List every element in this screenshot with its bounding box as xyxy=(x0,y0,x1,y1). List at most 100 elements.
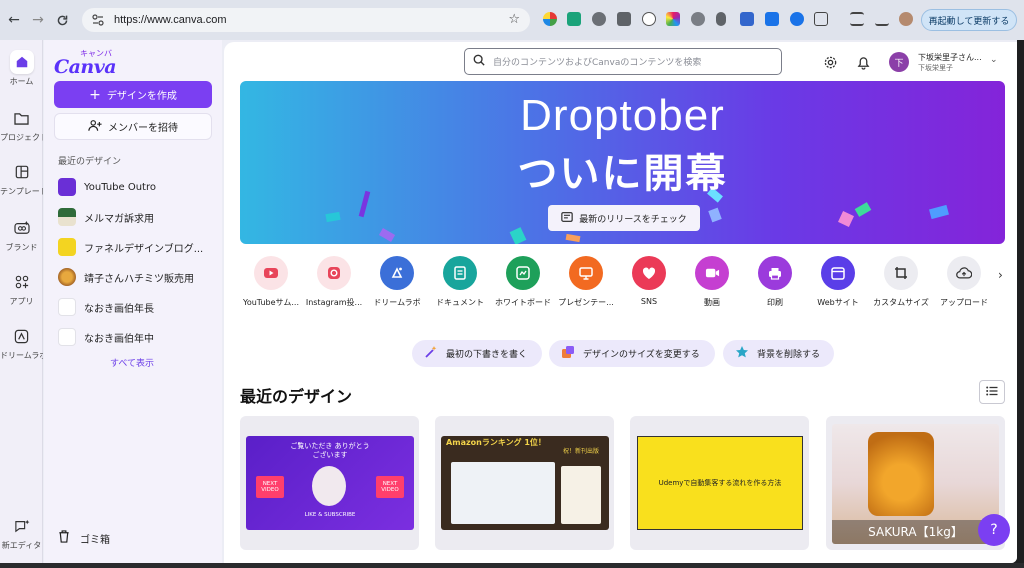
reading-list-icon[interactable] xyxy=(850,12,864,26)
pill-remove-background[interactable]: 背景を削除する xyxy=(723,340,834,367)
design-thumbnail xyxy=(58,268,76,286)
help-button[interactable]: ? xyxy=(978,514,1010,546)
design-preview: Amazonランキング 1位！ 祝！新刊出版 xyxy=(441,436,609,530)
category-presentation[interactable]: プレゼンテー... xyxy=(553,256,619,308)
create-design-button[interactable]: + デザインを作成 xyxy=(54,81,212,108)
invite-members-button[interactable]: メンバーを招待 xyxy=(54,113,212,140)
design-preview: ご覧いただき ありがとうございます NEXT VIDEO NEXT VIDEO … xyxy=(246,436,414,530)
book-cover xyxy=(561,466,601,524)
design-preview: Udemyで自動集客する流れを作る方法 xyxy=(637,436,803,530)
extension-icon[interactable] xyxy=(617,12,631,26)
extension-icon[interactable] xyxy=(666,12,680,26)
design-card-funnel[interactable]: Udemyで自動集客する流れを作る方法 xyxy=(630,416,809,550)
category-label: アップロード xyxy=(940,298,988,307)
extension-icon[interactable] xyxy=(691,12,705,26)
category-label: プレゼンテー... xyxy=(558,298,614,307)
forward-icon[interactable]: → xyxy=(28,10,48,30)
rail-item-new-editor[interactable]: 新エディタ xyxy=(0,514,43,551)
rail-item-home[interactable]: ホーム xyxy=(0,50,43,87)
extension-icon[interactable] xyxy=(642,12,656,26)
recent-design-name: 靖子さんハチミツ販売用 xyxy=(84,273,194,285)
category-youtube-thumbnail[interactable]: YouTubeサム... xyxy=(238,256,304,308)
microphone-icon[interactable] xyxy=(716,12,726,26)
notification-bell-icon[interactable] xyxy=(855,54,871,70)
profile-avatar-icon[interactable] xyxy=(899,12,913,26)
rail-item-templates[interactable]: テンプレート xyxy=(0,160,43,197)
confetti-decoration xyxy=(838,211,854,227)
rail-item-brand[interactable]: ブランド xyxy=(0,216,43,253)
recent-design-item[interactable]: ファネルデザインブログ... xyxy=(58,236,218,258)
category-instagram-post[interactable]: Instagram投... xyxy=(301,256,367,308)
extension-icon[interactable] xyxy=(790,12,804,26)
category-label: Webサイト xyxy=(817,298,859,307)
card-text: SAKURA【1kg】 xyxy=(832,520,999,544)
canva-logo[interactable]: キャンバ Canva xyxy=(54,48,124,78)
new-editor-icon xyxy=(10,514,34,538)
category-print[interactable]: 印刷 xyxy=(742,256,808,308)
background-remover-icon xyxy=(735,345,749,362)
design-card-mailmag[interactable]: Amazonランキング 1位！ 祝！新刊出版 xyxy=(435,416,614,550)
rail-item-projects[interactable]: プロジェクト xyxy=(0,106,43,143)
bookmark-star-icon[interactable]: ☆ xyxy=(508,12,520,27)
video-icon xyxy=(695,256,729,290)
card-text: LIKE & SUBSCRIBE xyxy=(304,512,356,518)
icon-rail: ホーム プロジェクト テンプレート ブランド アプリ xyxy=(0,40,43,563)
rail-item-apps[interactable]: アプリ xyxy=(0,270,43,307)
category-upload[interactable]: アップロード xyxy=(931,256,997,308)
user-name[interactable]: 下坂栄里子さん... xyxy=(918,52,982,63)
pill-write-first-draft[interactable]: 最初の下書きを書く xyxy=(412,340,542,367)
pill-resize-design[interactable]: デザインのサイズを変更する xyxy=(549,340,715,367)
category-dream-lab[interactable]: ドリームラボ xyxy=(364,256,430,308)
user-avatar[interactable]: 下 xyxy=(889,52,909,72)
category-docs[interactable]: ドキュメント xyxy=(427,256,493,308)
person-photo xyxy=(312,466,346,506)
extensions-puzzle-icon[interactable] xyxy=(814,12,828,26)
recent-design-item[interactable]: メルマガ訴求用 xyxy=(58,206,218,228)
rail-item-dream-lab[interactable]: ドリームラボ xyxy=(0,324,43,361)
category-social-media[interactable]: SNS xyxy=(616,256,682,306)
show-all-link[interactable]: すべて表示 xyxy=(110,356,154,369)
hero-banner[interactable]: Droptober ついに開幕 最新のリリースをチェック xyxy=(240,81,1005,244)
relaunch-update-button[interactable]: 再起動して更新する xyxy=(921,9,1017,31)
brand-icon xyxy=(10,216,34,240)
category-custom-size[interactable]: カスタムサイズ xyxy=(868,256,934,308)
extension-icon[interactable] xyxy=(740,12,754,26)
reload-icon[interactable] xyxy=(52,10,72,30)
extension-icon[interactable] xyxy=(592,12,606,26)
settings-gear-icon[interactable] xyxy=(822,54,838,70)
category-whiteboard[interactable]: ホワイトボード xyxy=(490,256,556,308)
heart-icon xyxy=(632,256,666,290)
category-website[interactable]: Webサイト xyxy=(805,256,871,308)
check-latest-releases-button[interactable]: 最新のリリースをチェック xyxy=(548,205,700,231)
recent-design-item[interactable]: なおき画伯年長 xyxy=(58,296,218,318)
trash-button[interactable]: ゴミ箱 xyxy=(58,530,110,546)
recent-design-item[interactable]: 靖子さんハチミツ販売用 xyxy=(58,266,218,288)
recent-design-name: メルマガ訴求用 xyxy=(84,213,154,225)
plus-icon: + xyxy=(89,86,101,103)
card-badge: NEXT VIDEO xyxy=(256,476,284,498)
url-text: https://www.canva.com xyxy=(114,14,227,26)
extension-icon[interactable] xyxy=(567,12,581,26)
browser-toolbar: ← → https://www.canva.com ☆ 再起動して更新する xyxy=(0,0,1024,40)
address-bar[interactable]: https://www.canva.com ☆ xyxy=(82,8,530,32)
category-label: YouTubeサム... xyxy=(243,298,299,307)
rail-label: プロジェクト xyxy=(0,133,43,142)
recent-design-name: なおき画伯年中 xyxy=(84,333,154,345)
presentation-icon xyxy=(569,256,603,290)
category-video[interactable]: 動画 xyxy=(679,256,745,308)
recent-design-item[interactable]: なおき画伯年中 xyxy=(58,326,218,348)
back-icon[interactable]: ← xyxy=(4,10,24,30)
extension-icon[interactable] xyxy=(543,12,557,26)
search-box[interactable]: 自分のコンテンツおよびCanvaのコンテンツを検索 xyxy=(464,48,782,75)
design-card-youtube-outro[interactable]: ご覧いただき ありがとうございます NEXT VIDEO NEXT VIDEO … xyxy=(240,416,419,550)
recent-design-item[interactable]: YouTube Outro xyxy=(58,176,218,198)
chevron-right-icon[interactable]: › xyxy=(998,268,1003,282)
extension-icon[interactable] xyxy=(765,12,779,26)
dreamlab-icon xyxy=(10,324,34,348)
card-text: Udemyで自動集客する流れを作る方法 xyxy=(658,479,782,487)
chevron-down-icon[interactable]: ⌄ xyxy=(990,55,998,65)
template-icon xyxy=(10,160,34,184)
download-icon[interactable] xyxy=(875,12,889,26)
site-settings-icon[interactable] xyxy=(90,12,106,28)
list-view-toggle[interactable] xyxy=(979,380,1005,404)
